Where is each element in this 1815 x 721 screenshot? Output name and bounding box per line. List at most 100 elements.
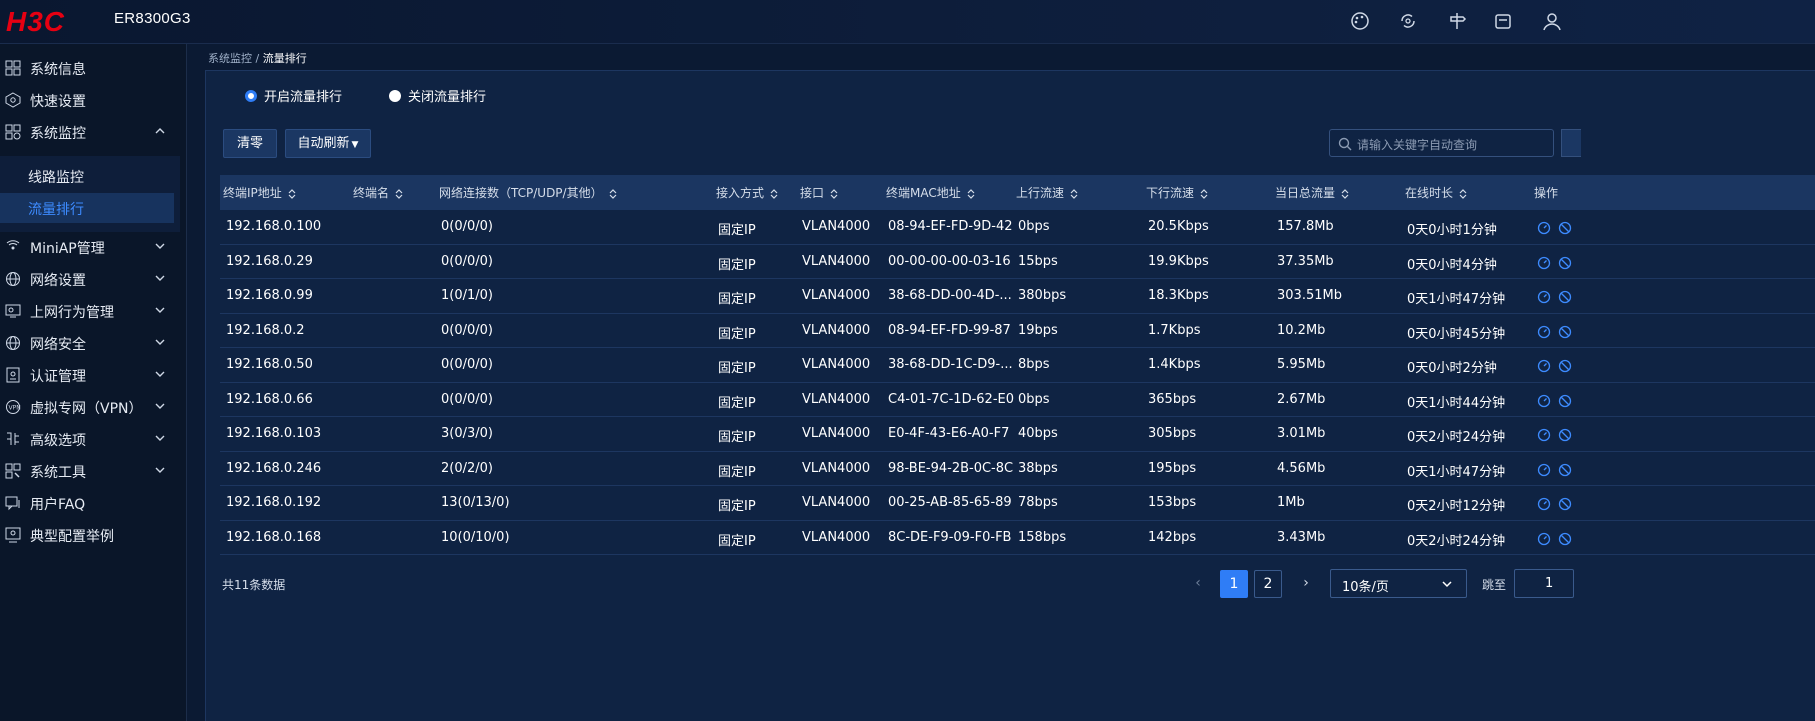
refresh-settings-icon[interactable] <box>1397 10 1419 32</box>
col-header-upload[interactable]: 上行流速 <box>1016 184 1078 201</box>
sidebar-item-label: 认证管理 <box>30 369 86 385</box>
prev-page-button[interactable]: ‹ <box>1190 570 1206 598</box>
sort-icon[interactable] <box>609 188 617 200</box>
cell-ip: 192.168.0.29 <box>226 253 313 269</box>
behavior-icon <box>5 304 21 318</box>
speed-limit-icon[interactable] <box>1537 359 1551 373</box>
cell-download: 195bps <box>1148 460 1197 476</box>
sidebar-item-behavior-management[interactable]: 上网行为管理 <box>0 297 187 325</box>
speed-limit-icon[interactable] <box>1537 428 1551 442</box>
cell-mac: 38-68-DD-00-4D-... <box>888 288 1012 303</box>
sidebar-item-auth-management[interactable]: 认证管理 <box>0 361 187 389</box>
block-icon[interactable] <box>1558 532 1572 546</box>
search-button[interactable] <box>1561 129 1581 157</box>
cell-interface: VLAN4000 <box>802 219 871 234</box>
sidebar-item-label: 网络安全 <box>30 337 86 353</box>
sort-icon[interactable] <box>967 188 975 200</box>
sidebar-item-faq[interactable]: 用户FAQ <box>0 489 187 517</box>
next-page-button[interactable]: › <box>1298 570 1314 598</box>
col-header-interface[interactable]: 接口 <box>800 184 838 201</box>
sort-icon[interactable] <box>395 188 403 200</box>
block-icon[interactable] <box>1558 394 1572 408</box>
submenu-item-traffic-ranking[interactable]: 流量排行 <box>0 193 174 223</box>
table-row: 192.168.0.192 13(0/13/0) 固定IP VLAN4000 0… <box>220 486 1815 521</box>
block-icon[interactable] <box>1558 290 1572 304</box>
jump-page-input[interactable]: 1 <box>1514 569 1574 598</box>
sort-icon[interactable] <box>288 188 296 200</box>
block-icon[interactable] <box>1558 428 1572 442</box>
sidebar-item-system-monitor[interactable]: 系统监控 <box>0 118 187 146</box>
block-icon[interactable] <box>1558 463 1572 477</box>
sidebar-item-system-info[interactable]: 系统信息 <box>0 54 187 82</box>
cell-mac: 8C-DE-F9-09-F0-FB <box>888 529 1012 545</box>
cell-connections: 0(0/0/0) <box>441 253 493 269</box>
speed-limit-icon[interactable] <box>1537 221 1551 235</box>
signpost-icon[interactable] <box>1446 10 1468 32</box>
monitor-icon <box>5 124 21 140</box>
sort-icon[interactable] <box>770 188 778 200</box>
radio-label: 关闭流量排行 <box>408 90 487 105</box>
block-icon[interactable] <box>1558 221 1572 235</box>
speed-limit-icon[interactable] <box>1537 394 1551 408</box>
sort-icon[interactable] <box>1459 188 1467 200</box>
speed-limit-icon[interactable] <box>1537 256 1551 270</box>
sidebar-item-network-security[interactable]: 网络安全 <box>0 329 187 357</box>
radio-checked-icon[interactable] <box>245 89 257 102</box>
sort-icon[interactable] <box>1070 188 1078 200</box>
chevron-up-icon <box>155 128 165 134</box>
col-header-ip[interactable]: 终端IP地址 <box>223 184 296 201</box>
auto-refresh-label: 自动刷新 <box>297 136 350 151</box>
col-header-actions: 操作 <box>1534 186 1559 200</box>
sidebar-item-system-tools[interactable]: 系统工具 <box>0 457 187 485</box>
sidebar-item-quick-setup[interactable]: 快速设置 <box>0 86 187 114</box>
speed-limit-icon[interactable] <box>1537 532 1551 546</box>
cell-total: 3.43Mb <box>1277 529 1326 545</box>
mailbox-icon[interactable] <box>1492 10 1514 32</box>
col-header-label: 网络连接数（TCP/UDP/其他） <box>439 186 603 200</box>
speed-limit-icon[interactable] <box>1537 497 1551 511</box>
speed-limit-icon[interactable] <box>1537 290 1551 304</box>
clear-button[interactable]: 清零 <box>223 129 277 158</box>
col-header-access[interactable]: 接入方式 <box>716 184 778 201</box>
page-button-1[interactable]: 1 <box>1220 570 1248 598</box>
submenu-item-line-monitor[interactable]: 线路监控 <box>0 161 180 191</box>
cell-upload: 40bps <box>1018 426 1058 441</box>
user-icon[interactable] <box>1541 10 1563 32</box>
sidebar-item-config-examples[interactable]: 典型配置举例 <box>0 521 187 549</box>
col-header-label: 终端名 <box>353 186 390 200</box>
page-size-select[interactable]: 10条/页 <box>1330 569 1467 598</box>
speed-limit-icon[interactable] <box>1537 325 1551 339</box>
auto-refresh-button[interactable]: 自动刷新 ▼ <box>285 129 371 158</box>
search-input[interactable]: 请输入关键字自动查询 <box>1329 129 1554 157</box>
sort-icon[interactable] <box>1200 188 1208 200</box>
speed-limit-icon[interactable] <box>1537 463 1551 477</box>
breadcrumb-current: 流量排行 <box>262 52 307 65</box>
col-header-name[interactable]: 终端名 <box>353 184 403 201</box>
col-header-duration[interactable]: 在线时长 <box>1405 184 1467 201</box>
radio-unchecked-icon[interactable] <box>389 89 401 102</box>
block-icon[interactable] <box>1558 256 1572 270</box>
radio-disable-ranking[interactable]: 关闭流量排行 <box>389 86 486 105</box>
table-row: 192.168.0.100 0(0/0/0) 固定IP VLAN4000 08-… <box>220 210 1815 245</box>
sidebar-item-network-settings[interactable]: 网络设置 <box>0 265 187 293</box>
cell-duration: 0天1小时47分钟 <box>1407 292 1506 307</box>
block-icon[interactable] <box>1558 325 1572 339</box>
col-header-download[interactable]: 下行流速 <box>1146 184 1208 201</box>
col-header-mac[interactable]: 终端MAC地址 <box>886 184 975 201</box>
col-header-connections[interactable]: 网络连接数（TCP/UDP/其他） <box>439 184 617 201</box>
sidebar-item-miniap[interactable]: MiniAP管理 <box>0 233 187 261</box>
cell-ip: 192.168.0.99 <box>226 288 313 303</box>
sidebar-item-advanced[interactable]: 高级选项 <box>0 425 187 453</box>
cell-duration: 0天1小时47分钟 <box>1407 464 1506 480</box>
sort-icon[interactable] <box>1341 188 1349 200</box>
palette-icon[interactable] <box>1349 10 1371 32</box>
breadcrumb-parent[interactable]: 系统监控 <box>208 52 252 65</box>
page-button-2[interactable]: 2 <box>1254 570 1282 598</box>
sidebar-item-vpn[interactable]: VPN 虚拟专网（VPN） <box>0 393 187 421</box>
col-header-total[interactable]: 当日总流量 <box>1275 184 1349 201</box>
block-icon[interactable] <box>1558 497 1572 511</box>
radio-enable-ranking[interactable]: 开启流量排行 <box>245 86 342 105</box>
jump-label: 跳至 <box>1482 578 1507 592</box>
block-icon[interactable] <box>1558 359 1572 373</box>
sort-icon[interactable] <box>830 188 838 200</box>
